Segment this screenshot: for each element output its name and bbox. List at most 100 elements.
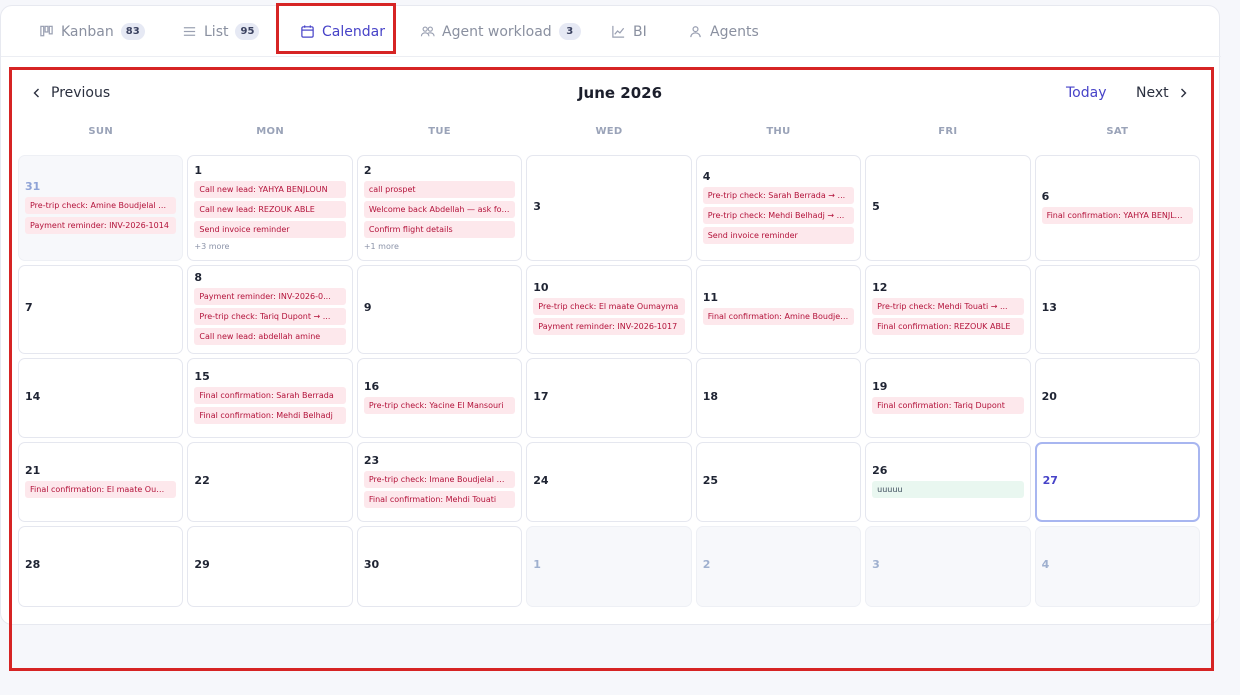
- day-cell[interactable]: 5: [865, 155, 1031, 261]
- day-cell[interactable]: 13: [1034, 265, 1200, 354]
- tab-calendar[interactable]: Calendar: [300, 6, 385, 57]
- day-cell[interactable]: 28: [18, 526, 184, 607]
- day-number: 23: [363, 453, 380, 467]
- calendar-event[interactable]: Call new lead: YAHYA BENJLOUN: [194, 181, 346, 198]
- calendar-event[interactable]: Payment reminder: INV-2026-0...: [194, 288, 346, 305]
- day-cell[interactable]: 4: [1034, 526, 1200, 607]
- more-events-link[interactable]: +3 more: [194, 241, 345, 252]
- calendar-event[interactable]: Pre-trip check: El maate Oumayma: [533, 298, 685, 315]
- day-number: 8: [194, 271, 203, 284]
- day-number: 22: [194, 473, 210, 487]
- day-cell[interactable]: 4 Pre-trip check: Sarah Berrada → ... Pre-…: [695, 155, 862, 261]
- day-cell[interactable]: 31 Pre-trip check: Amine Boudjelal → ... P…: [18, 155, 184, 261]
- day-cell[interactable]: 25: [695, 442, 862, 522]
- day-cell[interactable]: 3: [526, 155, 692, 261]
- month-title: June 2026: [577, 84, 663, 102]
- next-button[interactable]: Next: [1136, 82, 1188, 104]
- calendar-event[interactable]: Welcome back Abdellah — ask for feedback: [363, 201, 516, 218]
- day-cell[interactable]: 20: [1034, 358, 1200, 438]
- day-number: 13: [1041, 301, 1057, 314]
- calendar-event[interactable]: Final confirmation: El maate Oumayma: [25, 480, 177, 498]
- user-icon: [688, 24, 703, 39]
- calendar-event[interactable]: Send invoice reminder: [194, 221, 346, 238]
- day-number: 3: [533, 199, 541, 213]
- day-cell[interactable]: 21 Final confirmation: El maate Oumayma: [18, 442, 184, 522]
- day-cell[interactable]: 16 Pre-trip check: Yacine El Mansouri: [356, 358, 523, 438]
- day-cell[interactable]: 1: [526, 526, 692, 607]
- calendar-event[interactable]: Call new lead: abdellah amine: [194, 328, 346, 345]
- calendar-event[interactable]: Pre-trip check: Tariq Dupont → ...: [194, 308, 346, 325]
- chevron-left-icon: [32, 87, 42, 99]
- calendar-event[interactable]: Payment reminder: INV-2026-1014: [25, 216, 177, 234]
- calendar-event[interactable]: Pre-trip check: Mehdi Touati → ...: [872, 298, 1024, 315]
- calendar-event[interactable]: Pre-trip check: Imane Boudjelal → ...: [363, 470, 516, 488]
- day-number: 29: [194, 558, 210, 571]
- weekday-label: THU: [766, 126, 791, 137]
- calendar-event[interactable]: Confirm flight details: [363, 221, 516, 238]
- day-cell[interactable]: 11 Final confirmation: Amine Boudjelal: [695, 265, 862, 354]
- day-cell[interactable]: 3: [865, 526, 1031, 607]
- day-cell[interactable]: 22: [187, 442, 353, 522]
- tab-kanban[interactable]: Kanban 83: [39, 6, 145, 57]
- more-events-link[interactable]: +1 more: [364, 241, 515, 252]
- day-cell[interactable]: 18: [695, 358, 862, 438]
- previous-button[interactable]: Previous: [32, 82, 110, 104]
- day-number: 2: [702, 558, 711, 571]
- calendar-event[interactable]: Final confirmation: Mehdi Belhadj: [194, 406, 346, 424]
- day-cell[interactable]: 19 Final confirmation: Tariq Dupont: [865, 358, 1031, 438]
- calendar-event[interactable]: Pre-trip check: Mehdi Belhadj → ...: [702, 206, 855, 224]
- day-cell[interactable]: 15 Final confirmation: Sarah Berrada Final…: [187, 358, 353, 438]
- calendar-event[interactable]: Payment reminder: INV-2026-1017: [533, 318, 685, 335]
- calendar-grid: 3 1 Pre-trip check: Amine Boudjelal → ... P…: [18, 155, 1200, 607]
- count-badge: 3: [558, 23, 581, 40]
- day-cell[interactable]: 9: [356, 265, 523, 354]
- users-icon: [420, 24, 435, 39]
- day-cell[interactable]: 17: [526, 358, 692, 438]
- calendar-event[interactable]: uuuuu: [872, 480, 1024, 498]
- tab-list[interactable]: List 95: [182, 6, 260, 57]
- calendar-event[interactable]: Final confirmation: YAHYA BENJLOUN: [1041, 206, 1193, 224]
- day-number: 24: [533, 473, 549, 487]
- day-cell[interactable]: 14: [18, 358, 184, 438]
- day-number: 30: [363, 558, 380, 571]
- calendar-event[interactable]: Pre-trip check: Yacine El Mansouri: [363, 396, 516, 414]
- calendar-event[interactable]: Final confirmation: Amine Boudjelal: [702, 308, 855, 325]
- next-label: Next: [1136, 85, 1169, 101]
- calendar-event[interactable]: Final confirmation: Mehdi Touati: [363, 490, 516, 508]
- calendar-event[interactable]: Final confirmation: REZOUK ABLE: [872, 318, 1024, 335]
- day-cell[interactable]: 27: [1034, 442, 1200, 522]
- day-cell[interactable]: 10 Pre-trip check: El maate Oumayma Paymen…: [526, 265, 692, 354]
- day-number: 17: [533, 389, 549, 403]
- day-cell[interactable]: 6 Final confirmation: YAHYA BENJLOUN: [1034, 155, 1200, 261]
- day-cell[interactable]: 1 Call new lead: YAHYA BENJLOUN Call new l…: [187, 155, 353, 261]
- day-cell[interactable]: 2: [695, 526, 862, 607]
- weekday-label: MON: [256, 126, 284, 137]
- calendar-event[interactable]: Final confirmation: Sarah Berrada: [194, 386, 346, 404]
- calendar-event[interactable]: Send invoice reminder: [702, 226, 855, 244]
- calendar-event[interactable]: call prospet: [363, 181, 516, 198]
- calendar-event[interactable]: Call new lead: REZOUK ABLE: [194, 201, 346, 218]
- calendar-event[interactable]: Pre-trip check: Amine Boudjelal → ...: [25, 196, 177, 214]
- day-number: 16: [363, 379, 380, 393]
- day-number: 3: [872, 558, 880, 571]
- day-cell[interactable]: 24: [526, 442, 692, 522]
- day-cell[interactable]: 8 Payment reminder: INV-2026-0... Pre-trip…: [187, 265, 353, 354]
- day-cell[interactable]: 7: [18, 265, 184, 354]
- day-cell[interactable]: 23 Pre-trip check: Imane Boudjelal → ... F…: [356, 442, 523, 522]
- day-cell[interactable]: 26 uuuuu: [865, 442, 1031, 522]
- calendar-event[interactable]: Final confirmation: Tariq Dupont: [872, 396, 1024, 414]
- day-number: 14: [25, 389, 41, 403]
- tab-agent-workload[interactable]: Agent workload 3: [420, 6, 581, 57]
- tab-bi[interactable]: BI: [611, 6, 647, 57]
- previous-label: Previous: [51, 85, 111, 101]
- day-number: 27: [1042, 473, 1058, 487]
- tab-agents[interactable]: Agents: [688, 6, 759, 57]
- tab-label: Kanban: [61, 23, 114, 40]
- today-button[interactable]: Today: [1066, 82, 1107, 104]
- kanban-icon: [39, 24, 54, 39]
- day-cell[interactable]: 30: [356, 526, 523, 607]
- day-cell[interactable]: 29: [187, 526, 353, 607]
- day-cell[interactable]: 2 call prospet Welcome back Abdellah — ask…: [356, 155, 523, 261]
- day-cell[interactable]: 12 Pre-trip check: Mehdi Touati → ... Fina…: [865, 265, 1031, 354]
- calendar-event[interactable]: Pre-trip check: Sarah Berrada → ...: [702, 186, 855, 204]
